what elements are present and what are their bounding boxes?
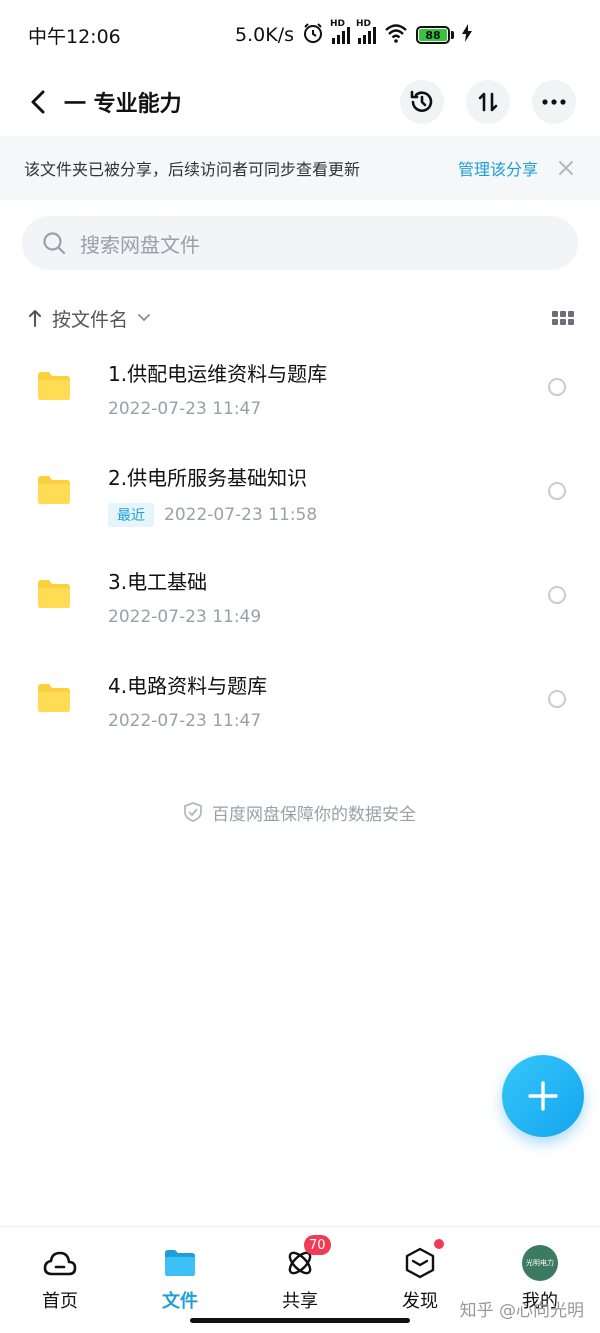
add-button[interactable] <box>502 1055 584 1137</box>
file-item[interactable]: 1.供配电运维资料与题库 2022-07-23 11:47 <box>0 344 600 448</box>
cloud-icon <box>42 1245 78 1281</box>
shield-icon <box>184 802 202 822</box>
file-date: 2022-07-23 11:58 <box>164 505 318 525</box>
signal-icon: HD <box>330 19 350 44</box>
share-notice-text: 该文件夹已被分享，后续访问者可同步查看更新 <box>24 160 361 179</box>
file-item[interactable]: 3.电工基础 2022-07-23 11:49 <box>0 552 600 656</box>
battery-level: 88 <box>419 29 447 42</box>
safety-note: 百度网盘保障你的数据安全 <box>0 798 600 826</box>
chevron-left-icon <box>31 90 45 114</box>
folder-icon <box>38 372 70 400</box>
file-name: 4.电路资料与题库 <box>108 674 268 698</box>
sort-arrow-up-icon[interactable] <box>28 308 42 328</box>
sort-by-name-dropdown[interactable]: 按文件名 <box>52 305 128 332</box>
more-dots-icon <box>542 99 566 105</box>
network-speed: 5.0K/s <box>235 24 294 46</box>
file-info: 2.供电所服务基础知识 最近 2022-07-23 11:58 <box>108 462 317 527</box>
file-list: 1.供配电运维资料与题库 2022-07-23 11:47 2.供电所服务基础知… <box>0 344 600 760</box>
file-meta: 2022-07-23 11:47 <box>108 399 327 419</box>
signal-icon-2: HD <box>356 19 376 44</box>
hd-label-2: HD <box>356 19 372 29</box>
file-date: 2022-07-23 11:49 <box>108 607 262 627</box>
file-name: 2.供电所服务基础知识 <box>108 466 308 490</box>
plus-icon <box>528 1081 558 1111</box>
folder-icon <box>162 1245 198 1281</box>
search-input[interactable]: 搜索网盘文件 <box>22 216 578 270</box>
file-info: 1.供配电运维资料与题库 2022-07-23 11:47 <box>108 358 327 419</box>
file-meta: 2022-07-23 11:49 <box>108 607 261 627</box>
nav-label-share: 共享 <box>282 1291 318 1312</box>
select-checkbox[interactable] <box>548 690 566 708</box>
folder-icon <box>38 476 70 504</box>
charging-icon <box>462 23 472 47</box>
header: 一 专业能力 <box>0 70 600 134</box>
chevron-down-icon[interactable] <box>138 314 150 322</box>
grid-view-icon[interactable] <box>552 311 574 325</box>
notification-dot <box>434 1239 444 1249</box>
share-notice-bar: 该文件夹已被分享，后续访问者可同步查看更新 管理该分享 <box>0 136 600 200</box>
file-info: 3.电工基础 2022-07-23 11:49 <box>108 566 261 627</box>
share-count-badge: 70 <box>304 1235 331 1255</box>
more-button[interactable] <box>532 80 576 124</box>
wifi-icon <box>384 23 408 48</box>
file-date: 2022-07-23 11:47 <box>108 711 262 731</box>
status-time: 中午12:06 <box>28 25 121 48</box>
status-bar: 中午12:06 5.0K/s HD HD 88 <box>0 0 600 70</box>
close-notice-button[interactable] <box>556 158 576 178</box>
history-button[interactable] <box>400 80 444 124</box>
select-checkbox[interactable] <box>548 482 566 500</box>
search-icon <box>43 232 66 255</box>
file-item[interactable]: 2.供电所服务基础知识 最近 2022-07-23 11:58 <box>0 448 600 552</box>
file-name: 3.电工基础 <box>108 570 208 594</box>
nav-item-home[interactable]: 首页 <box>0 1227 120 1333</box>
close-icon <box>559 161 573 175</box>
sort-bar: 按文件名 <box>28 298 574 338</box>
avatar-image: 光明电力 <box>522 1245 558 1281</box>
status-indicators: 5.0K/s HD HD 88 <box>235 19 472 49</box>
select-checkbox[interactable] <box>548 378 566 396</box>
folder-icon <box>38 684 70 712</box>
folder-icon <box>38 580 70 608</box>
transfer-arrows-icon <box>478 92 498 112</box>
recent-badge: 最近 <box>108 503 154 527</box>
header-actions <box>400 80 576 124</box>
alarm-icon <box>302 22 324 49</box>
safety-text: 百度网盘保障你的数据安全 <box>212 804 416 825</box>
share-atom-icon: 70 <box>282 1235 331 1281</box>
discover-box-icon <box>402 1239 444 1281</box>
file-meta: 最近 2022-07-23 11:58 <box>108 503 317 527</box>
select-checkbox[interactable] <box>548 586 566 604</box>
nav-label-home: 首页 <box>42 1291 78 1312</box>
battery-icon: 88 <box>416 26 454 44</box>
manage-share-link[interactable]: 管理该分享 <box>458 156 538 180</box>
nav-label-discover: 发现 <box>402 1291 438 1312</box>
nav-label-files: 文件 <box>162 1291 198 1312</box>
hd-label: HD <box>330 19 346 29</box>
watermark: 知乎 @心向光明 <box>459 1301 584 1321</box>
file-info: 4.电路资料与题库 2022-07-23 11:47 <box>108 670 267 731</box>
file-meta: 2022-07-23 11:47 <box>108 711 267 731</box>
transfer-button[interactable] <box>466 80 510 124</box>
file-item[interactable]: 4.电路资料与题库 2022-07-23 11:47 <box>0 656 600 760</box>
file-name: 1.供配电运维资料与题库 <box>108 362 328 386</box>
page-title: 一 专业能力 <box>64 92 182 117</box>
file-date: 2022-07-23 11:47 <box>108 399 262 419</box>
history-icon <box>410 90 433 112</box>
home-indicator[interactable] <box>190 1318 410 1323</box>
search-placeholder: 搜索网盘文件 <box>80 232 200 257</box>
back-button[interactable] <box>20 80 56 124</box>
avatar: 光明电力 <box>522 1245 558 1281</box>
